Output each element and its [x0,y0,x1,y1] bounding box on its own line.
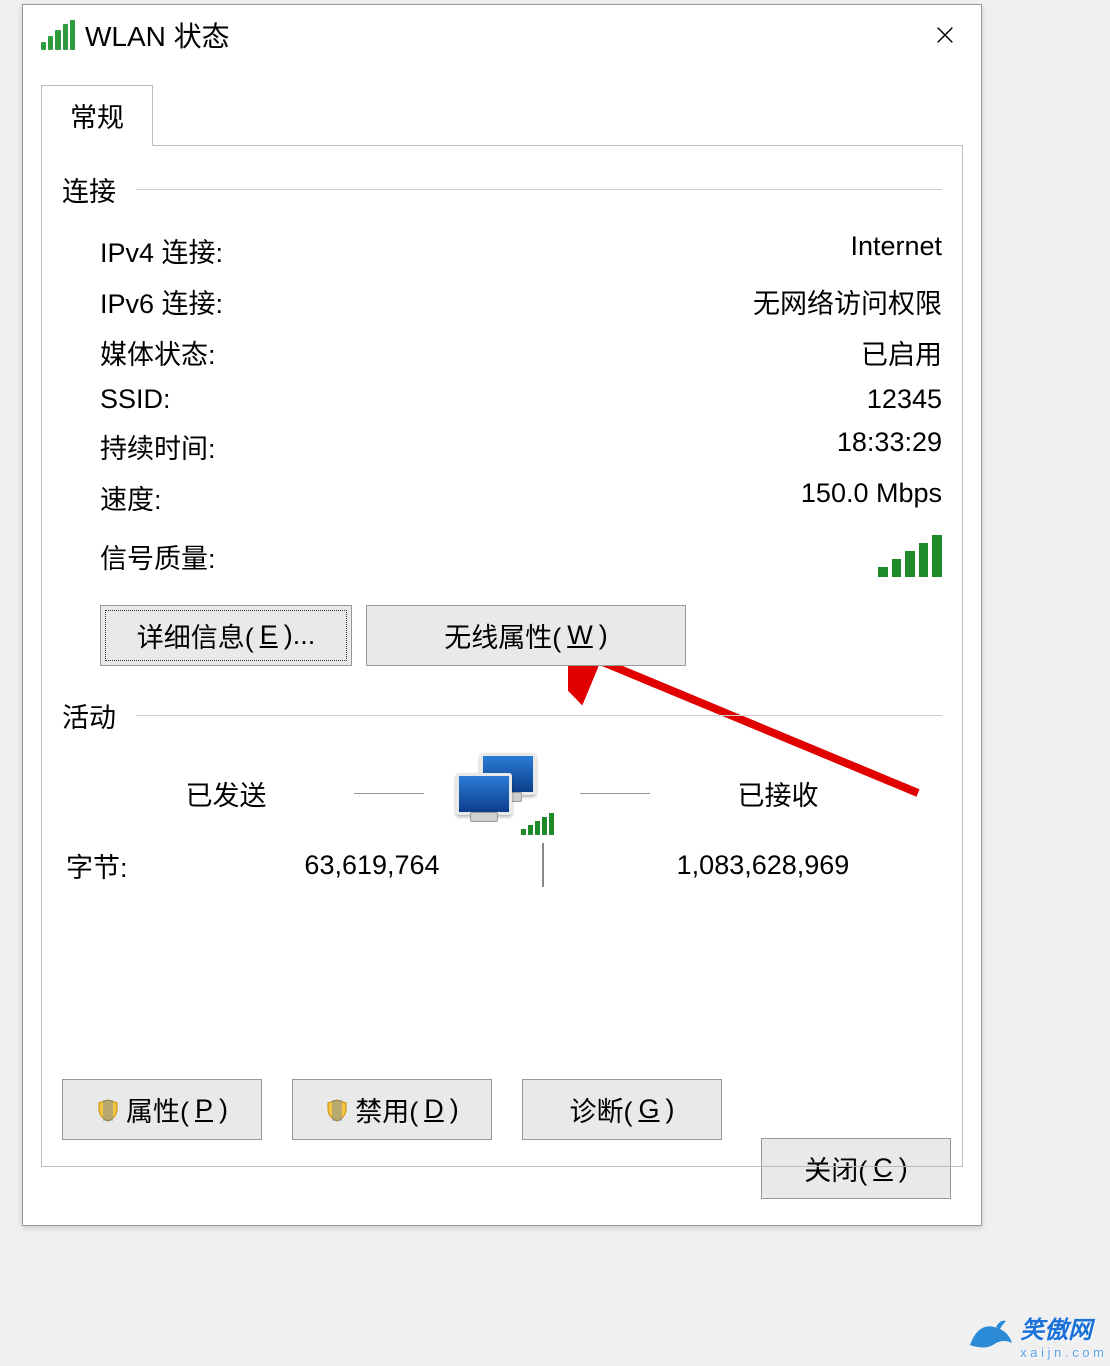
properties-button-key: P [195,1094,213,1125]
disable-button[interactable]: 禁用(D) [292,1079,492,1140]
media-value: 已启用 [861,333,942,372]
ssid-value: 12345 [867,384,942,415]
bytes-row: 字节: 63,619,764 1,083,628,969 [62,843,942,887]
wireless-properties-button[interactable]: 无线属性(W) [366,605,686,666]
wireless-button-key: W [567,620,592,651]
row-ipv6: IPv6 连接: 无网络访问权限 [62,276,942,327]
details-button-prefix: 详细信息( [137,616,254,655]
ipv6-value: 无网络访问权限 [753,282,942,321]
properties-button-suffix: ) [219,1094,228,1125]
wlan-status-dialog: WLAN 状态 常规 连接 IPv4 连接: Internet IPv6 连接:… [22,4,982,1226]
tabs: 常规 [41,85,981,146]
row-ipv4: IPv4 连接: Internet [62,225,942,276]
divider-left [354,793,424,794]
duration-label: 持续时间: [100,427,216,466]
close-icon[interactable] [917,11,973,59]
shield-icon [96,1098,120,1122]
row-media: 媒体状态: 已启用 [62,327,942,378]
watermark-sub: x a i j n . c o m [1020,1345,1104,1360]
row-ssid: SSID: 12345 [62,378,942,421]
ipv6-label: IPv6 连接: [100,282,223,321]
signal-label: 信号质量: [100,537,216,576]
dolphin-icon [966,1315,1014,1355]
properties-button[interactable]: 属性(P) [62,1079,262,1140]
tab-general[interactable]: 常规 [41,85,153,146]
connection-buttons: 详细信息(E)... 无线属性(W) [62,605,942,666]
shield-icon [325,1098,349,1122]
bottom-buttons: 属性(P) 禁用(D) 诊断(G) [62,1079,722,1140]
connection-section-header: 连接 [62,170,942,209]
network-computers-icon [452,753,552,833]
signal-strength-icon [878,535,942,577]
ipv4-value: Internet [850,231,942,270]
wifi-icon [41,20,75,50]
ipv4-label: IPv4 连接: [100,231,223,270]
watermark-text: 笑傲网 [1020,1317,1092,1344]
media-label: 媒体状态: [100,333,216,372]
details-button[interactable]: 详细信息(E)... [100,605,352,666]
diagnose-button[interactable]: 诊断(G) [522,1079,722,1140]
duration-value: 18:33:29 [837,427,942,466]
disable-button-key: D [424,1094,444,1125]
bytes-label: 字节: [62,846,242,885]
dialog-title: WLAN 状态 [85,15,917,55]
divider-right [580,793,650,794]
received-label: 已接收 [678,774,878,813]
disable-button-suffix: ) [450,1094,459,1125]
details-button-key: E [260,620,278,651]
tab-panel: 连接 IPv4 连接: Internet IPv6 连接: 无网络访问权限 媒体… [41,145,963,1167]
diagnose-button-suffix: ) [666,1094,675,1125]
bytes-sent-value: 63,619,764 [242,850,502,881]
row-signal: 信号质量: [62,529,942,583]
activity-section-label: 活动 [62,696,116,735]
titlebar: WLAN 状态 [23,5,981,65]
mini-signal-icon [521,813,554,835]
ssid-label: SSID: [100,384,171,415]
diagnose-button-prefix: 诊断( [569,1090,632,1129]
diagnose-button-key: G [638,1094,659,1125]
watermark: 笑傲网 x a i j n . c o m [966,1310,1104,1360]
sent-label: 已发送 [126,774,326,813]
wireless-button-prefix: 无线属性( [444,616,561,655]
speed-label: 速度: [100,478,162,517]
wireless-button-suffix: ) [599,620,608,651]
row-duration: 持续时间: 18:33:29 [62,421,942,472]
bytes-separator [542,843,544,887]
activity-graphic: 已发送 已接收 [62,753,942,833]
connection-section-label: 连接 [62,170,116,209]
disable-button-prefix: 禁用( [355,1090,418,1129]
details-button-suffix: )... [284,620,316,651]
row-speed: 速度: 150.0 Mbps [62,472,942,523]
properties-button-prefix: 属性( [126,1090,189,1129]
speed-value: 150.0 Mbps [801,478,942,517]
activity-section-header: 活动 [62,696,942,735]
bytes-received-value: 1,083,628,969 [584,850,942,881]
